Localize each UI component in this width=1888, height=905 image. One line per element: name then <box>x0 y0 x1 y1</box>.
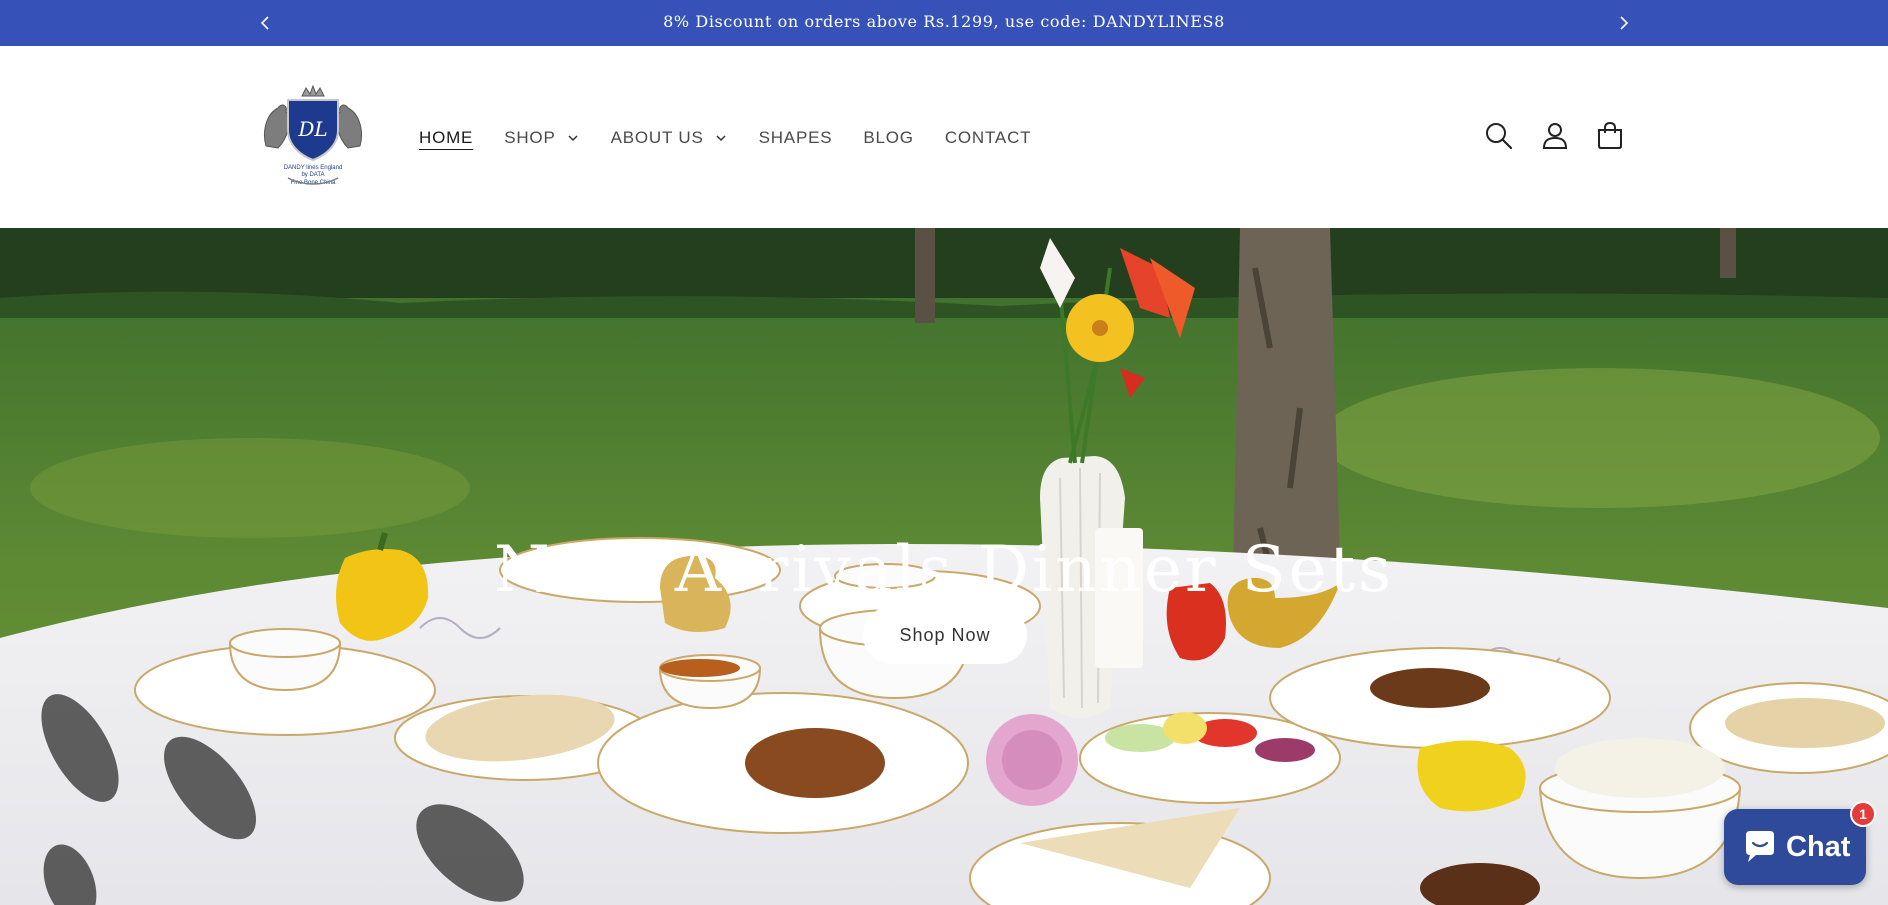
shop-now-button[interactable]: Shop Now <box>863 606 1027 664</box>
hero-banner: New Arrivals Dinner Sets Shop Now <box>0 228 1888 905</box>
announcement-text: 8% Discount on orders above Rs.1299, use… <box>663 12 1225 31</box>
logo-line1: DANDY lines England <box>284 165 343 171</box>
nav-shop-label: SHOP <box>504 128 556 147</box>
main-nav: HOME SHOP ABOUT US SHAPES BLOG CONTACT <box>419 124 1062 152</box>
chevron-down-icon <box>568 135 578 142</box>
nav-about-us-label: ABOUT US <box>610 128 704 147</box>
chevron-right-icon[interactable] <box>1611 11 1635 35</box>
chevron-down-icon <box>716 135 726 142</box>
announcement-bar: 8% Discount on orders above Rs.1299, use… <box>0 0 1888 46</box>
nav-shapes[interactable]: SHAPES <box>759 124 833 152</box>
site-header: DL DANDY lines England by DATA Fine Bone… <box>0 46 1888 228</box>
chat-badge: 1 <box>1850 801 1876 827</box>
nav-home-label: HOME <box>419 128 474 147</box>
nav-blog-label: BLOG <box>863 128 914 147</box>
nav-contact[interactable]: CONTACT <box>945 124 1032 152</box>
search-icon[interactable] <box>1483 120 1515 152</box>
nav-home[interactable]: HOME <box>419 124 473 152</box>
logo-monogram: DL <box>297 117 327 141</box>
chat-bubble-icon <box>1746 831 1774 862</box>
nav-shapes-label: SHAPES <box>758 128 833 147</box>
hero-title: New Arrivals Dinner Sets <box>493 532 1395 607</box>
account-icon[interactable] <box>1539 120 1571 152</box>
nav-shop[interactable]: SHOP <box>504 124 579 152</box>
chat-label: Chat <box>1786 830 1851 863</box>
logo-line2: by DATA <box>301 172 324 178</box>
cart-icon[interactable] <box>1594 120 1626 152</box>
brand-logo[interactable]: DL DANDY lines England by DATA Fine Bone… <box>258 84 368 188</box>
nav-contact-label: CONTACT <box>944 128 1032 147</box>
nav-about-us[interactable]: ABOUT US <box>611 124 728 152</box>
chat-widget[interactable]: Chat 1 <box>1724 801 1876 885</box>
nav-blog[interactable]: BLOG <box>863 124 913 152</box>
